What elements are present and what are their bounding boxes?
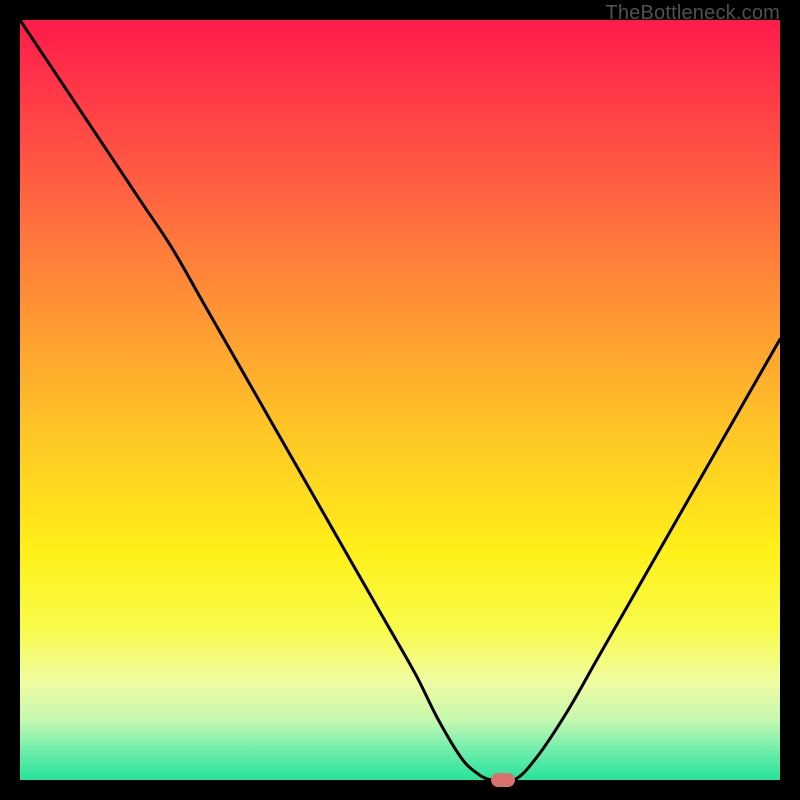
chart-svg [20,20,780,780]
gradient-background [20,20,780,780]
optimal-point-marker [491,773,515,787]
chart-container: TheBottleneck.com [0,0,800,800]
watermark-text: TheBottleneck.com [605,2,780,25]
plot-area [20,20,780,780]
